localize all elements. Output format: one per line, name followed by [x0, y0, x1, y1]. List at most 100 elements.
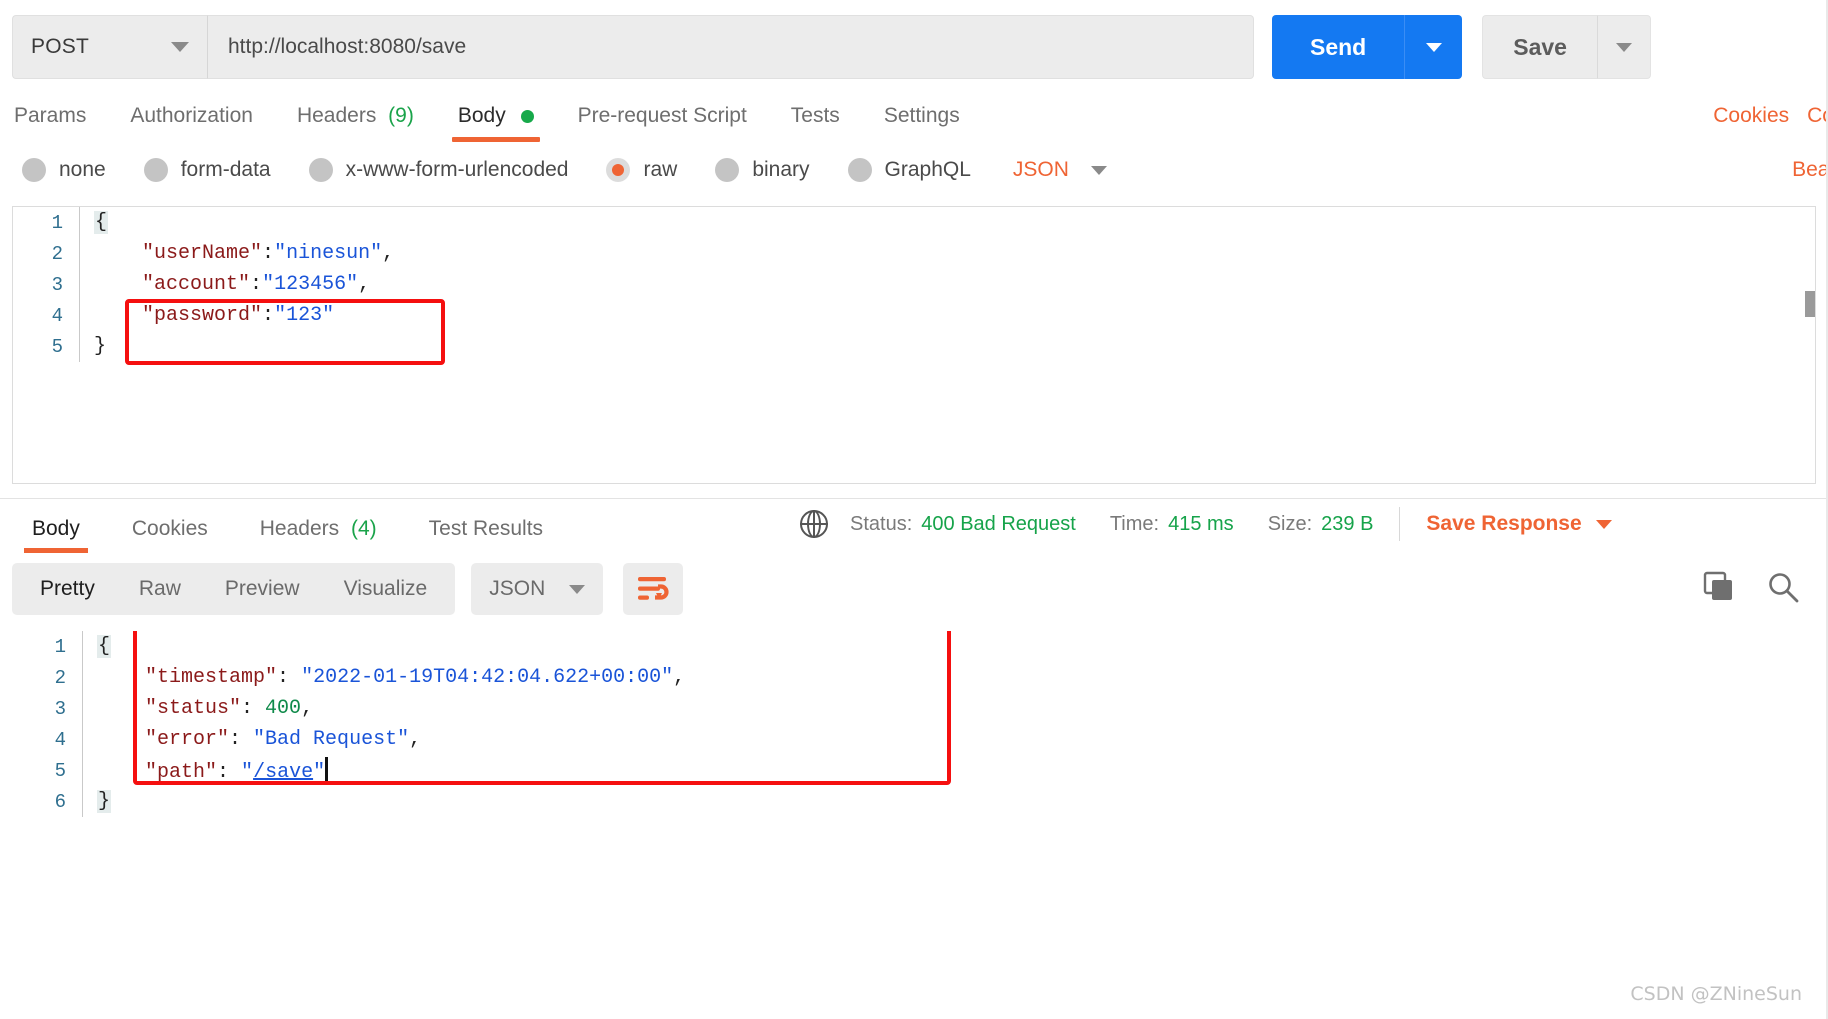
- request-code-lines[interactable]: 1{2 "userName":"ninesun", 3 "account":"12…: [13, 207, 1815, 362]
- body-type-graphql[interactable]: GraphQL: [847, 158, 971, 182]
- code-line: 2 "userName":"ninesun",: [13, 238, 1815, 269]
- code-token: :: [250, 273, 263, 296]
- code-line: 5}: [13, 331, 1815, 362]
- tab-body[interactable]: Body: [451, 104, 540, 142]
- code-line: 2 "timestamp": "2022-01-19T04:42:04.622+…: [16, 662, 1828, 693]
- chevron-down-icon: [171, 42, 189, 52]
- response-body-viewer[interactable]: 1{2 "timestamp": "2022-01-19T04:42:04.62…: [0, 631, 1828, 831]
- code-text[interactable]: "account":"123456",: [80, 273, 370, 296]
- tab-label: Params: [14, 104, 87, 127]
- chevron-down-icon: [1425, 42, 1442, 52]
- code-token: :: [217, 761, 242, 784]
- code-text[interactable]: "path": "/save": [83, 757, 329, 784]
- radio-icon: [143, 158, 168, 182]
- code-token: "timestamp": [145, 666, 278, 689]
- code-text[interactable]: {: [83, 635, 112, 658]
- cookies-link[interactable]: Cookies: [1713, 104, 1789, 128]
- time-label: Time:: [1109, 512, 1160, 535]
- chevron-down-icon[interactable]: [1595, 519, 1612, 529]
- body-type-form-data[interactable]: form-data: [143, 158, 271, 182]
- response-tab-headers[interactable]: Headers (4): [260, 517, 377, 553]
- code-token: }: [97, 790, 112, 813]
- body-type-binary[interactable]: binary: [715, 158, 810, 182]
- response-tab-bar: Body Cookies Headers (4) Test Results St…: [0, 499, 1828, 553]
- response-tab-body[interactable]: Body: [24, 517, 88, 553]
- raw-format-select[interactable]: JSON: [1013, 158, 1107, 182]
- send-button-group: Send: [1272, 15, 1463, 79]
- word-wrap-button[interactable]: [623, 563, 684, 615]
- view-mode-pretty[interactable]: Pretty: [18, 563, 117, 615]
- body-type-urlencoded[interactable]: x-www-form-urlencoded: [308, 158, 568, 182]
- request-body-editor[interactable]: 1{2 "userName":"ninesun", 3 "account":"12…: [12, 206, 1816, 484]
- request-tab-bar: Params Authorization Headers (9) Body Pr…: [0, 84, 1828, 142]
- code-line: 5 "path": "/save": [16, 755, 1828, 786]
- tab-headers[interactable]: Headers (9): [297, 104, 414, 142]
- code-text[interactable]: {: [80, 211, 109, 234]
- line-number: 2: [51, 242, 63, 265]
- http-method-label: POST: [31, 35, 89, 58]
- code-token: "123456": [262, 273, 359, 296]
- view-mode-raw[interactable]: Raw: [117, 563, 203, 615]
- body-type-raw[interactable]: raw: [606, 158, 677, 182]
- code-text[interactable]: "password":"123": [80, 304, 334, 327]
- code-token: :: [277, 666, 302, 689]
- send-options-button[interactable]: [1404, 15, 1463, 79]
- response-code-lines[interactable]: 1{2 "timestamp": "2022-01-19T04:42:04.62…: [0, 631, 1828, 817]
- line-number: 1: [51, 211, 63, 234]
- editor-scrollbar[interactable]: [1805, 291, 1815, 317]
- line-number: 4: [51, 304, 63, 327]
- code-token: ,: [382, 242, 395, 265]
- code-text[interactable]: "error": "Bad Request",: [83, 728, 421, 751]
- tab-settings[interactable]: Settings: [884, 104, 960, 142]
- code-line: 4 "password":"123": [13, 300, 1815, 331]
- tab-label: Pre-request Script: [577, 104, 747, 127]
- save-options-button[interactable]: [1596, 15, 1651, 79]
- globe-icon: [800, 510, 828, 538]
- line-number: 2: [54, 666, 66, 689]
- http-method-select[interactable]: POST: [12, 15, 208, 79]
- code-link[interactable]: Co: [1807, 104, 1828, 128]
- code-token: "status": [145, 697, 242, 720]
- beautify-button[interactable]: Beautify: [1792, 158, 1828, 182]
- line-number: 3: [51, 273, 63, 296]
- code-text[interactable]: "timestamp": "2022-01-19T04:42:04.622+00…: [83, 666, 685, 689]
- code-token: ,: [301, 697, 314, 720]
- status-label: Status:: [850, 512, 913, 535]
- code-text[interactable]: }: [80, 335, 106, 358]
- code-text[interactable]: "status": 400,: [83, 697, 313, 720]
- radio-icon: [308, 158, 333, 182]
- view-mode-visualize[interactable]: Visualize: [322, 563, 450, 615]
- tab-pre-request-script[interactable]: Pre-request Script: [578, 104, 747, 142]
- save-button[interactable]: Save: [1482, 15, 1597, 79]
- tab-label: Test Results: [428, 517, 544, 540]
- code-text[interactable]: "userName":"ninesun",: [80, 242, 394, 265]
- body-type-label: raw: [643, 158, 678, 181]
- save-response-button[interactable]: Save Response: [1426, 512, 1581, 536]
- body-type-label: none: [59, 158, 106, 181]
- code-text[interactable]: }: [83, 790, 112, 813]
- tab-authorization[interactable]: Authorization: [130, 104, 253, 142]
- copy-button[interactable]: [1702, 570, 1736, 609]
- tab-label: Body: [457, 104, 506, 127]
- tab-params[interactable]: Params: [14, 104, 86, 142]
- line-number: 5: [51, 335, 63, 358]
- radio-icon: [847, 158, 872, 182]
- code-token: "error": [145, 728, 230, 751]
- send-button[interactable]: Send: [1272, 15, 1405, 79]
- search-button[interactable]: [1766, 570, 1800, 609]
- code-line: 1{: [16, 631, 1828, 662]
- line-number: 4: [54, 728, 66, 751]
- view-mode-preview[interactable]: Preview: [203, 563, 322, 615]
- body-type-none[interactable]: none: [22, 158, 106, 182]
- code-line: 3 "account":"123456",: [13, 269, 1815, 300]
- tab-tests[interactable]: Tests: [791, 104, 840, 142]
- divider: [1399, 507, 1401, 541]
- response-format-select[interactable]: JSON: [471, 563, 604, 615]
- url-input[interactable]: http://localhost:8080/save: [208, 15, 1254, 79]
- response-tab-test-results[interactable]: Test Results: [429, 517, 543, 553]
- response-tab-cookies[interactable]: Cookies: [132, 517, 208, 553]
